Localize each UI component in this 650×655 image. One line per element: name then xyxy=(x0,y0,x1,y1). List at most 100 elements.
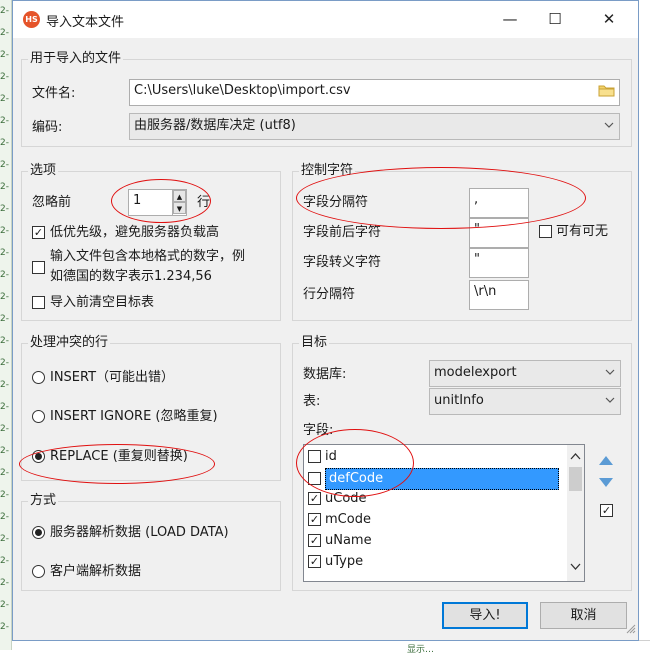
line-number: 2- xyxy=(0,446,9,456)
line-number: 2- xyxy=(0,490,9,500)
table-select[interactable]: unitInfo xyxy=(429,388,621,415)
line-number: 2- xyxy=(0,336,9,346)
ignore-lines-unit: 行 xyxy=(197,195,211,210)
cancel-button[interactable]: 取消 xyxy=(540,602,627,629)
field-name: uCode xyxy=(325,491,367,506)
file-group-title: 用于导入的文件 xyxy=(28,51,124,67)
line-number: 2- xyxy=(0,138,9,148)
truncate-table-label[interactable]: 导入前清空目标表 xyxy=(50,295,154,311)
escape-char-input[interactable]: " xyxy=(469,248,529,278)
method-group: 方式 服务器解析数据 (LOAD DATA) 客户端解析数据 xyxy=(21,493,281,591)
line-number: 2- xyxy=(0,248,9,258)
encoding-select[interactable]: 由服务器/数据库决定 (utf8) xyxy=(129,113,620,140)
line-number: 2- xyxy=(0,468,9,478)
low-priority-checkbox[interactable]: ✓ xyxy=(32,226,45,239)
ignore-lines-spinner[interactable]: ▲ ▼ xyxy=(172,190,186,215)
line-number: 2- xyxy=(0,6,9,16)
close-button[interactable]: ✕ xyxy=(586,5,632,33)
filename-input[interactable]: C:\Users\luke\Desktop\import.csv xyxy=(129,79,620,106)
insert-radio[interactable] xyxy=(32,371,45,384)
field-checkbox[interactable]: ✓ xyxy=(308,492,321,505)
field-name: uType xyxy=(325,554,364,569)
client-parse-label[interactable]: 客户端解析数据 xyxy=(50,564,141,580)
target-group-title: 目标 xyxy=(299,335,330,351)
line-separator-input[interactable]: \r\n xyxy=(469,280,529,310)
line-number: 2- xyxy=(0,556,9,566)
import-button[interactable]: 导入! xyxy=(442,602,528,629)
database-label: 数据库: xyxy=(303,367,347,382)
folder-icon[interactable] xyxy=(598,84,615,97)
line-number: 2- xyxy=(0,424,9,434)
fields-label: 字段: xyxy=(303,423,334,438)
spin-down-icon[interactable]: ▼ xyxy=(173,202,186,214)
ignore-lines-label: 忽略前 xyxy=(32,195,72,210)
move-up-arrow-icon[interactable] xyxy=(599,454,613,469)
replace-label[interactable]: REPLACE (重复则替换) xyxy=(50,449,188,465)
field-checkbox[interactable]: ✓ xyxy=(308,555,321,568)
truncate-table-checkbox[interactable] xyxy=(32,296,45,309)
scroll-thumb[interactable] xyxy=(569,467,582,491)
field-separator-input[interactable]: , xyxy=(469,188,529,218)
chevron-down-icon xyxy=(604,117,614,138)
line-number: 2- xyxy=(0,622,9,632)
field-name: uName xyxy=(325,533,372,548)
field-checkbox[interactable] xyxy=(308,450,321,463)
line-number: 2- xyxy=(0,204,9,214)
move-down-arrow-icon[interactable] xyxy=(599,477,613,492)
maximize-button[interactable]: ☐ xyxy=(532,5,578,33)
field-item-uname[interactable]: ✓ uName xyxy=(308,531,372,551)
field-checkbox[interactable]: ✓ xyxy=(308,513,321,526)
field-item-ucode[interactable]: ✓ uCode xyxy=(308,489,367,509)
fields-listbox[interactable]: id defCode ✓ uCode ✓ mCode ✓ uName ✓ uType xyxy=(303,444,585,582)
ignore-lines-value: 1 xyxy=(133,193,142,208)
local-number-format-label-line2[interactable]: 如德国的数字表示1.234,56 xyxy=(50,269,212,285)
database-select[interactable]: modelexport xyxy=(429,360,621,387)
enclosure-optional-checkbox[interactable] xyxy=(539,225,552,238)
client-parse-radio[interactable] xyxy=(32,565,45,578)
field-name: defCode xyxy=(325,468,559,490)
insert-ignore-radio[interactable] xyxy=(32,410,45,423)
low-priority-label[interactable]: 低优先级，避免服务器负载高 xyxy=(50,225,219,241)
field-checkbox[interactable]: ✓ xyxy=(308,534,321,547)
control-characters-group: 控制字符 字段分隔符 , 字段前后字符 " 可有可无 字段转义字符 " 行分隔符… xyxy=(292,163,632,321)
options-group-title: 选项 xyxy=(28,163,59,179)
field-item-defcode[interactable]: defCode xyxy=(308,468,559,490)
scroll-down-icon[interactable] xyxy=(570,560,581,575)
fields-scrollbar[interactable] xyxy=(567,445,584,581)
local-number-format-label-line1[interactable]: 输入文件包含本地格式的数字，例 xyxy=(50,249,245,265)
resize-grip-icon[interactable] xyxy=(626,623,636,638)
spin-up-icon[interactable]: ▲ xyxy=(173,190,186,202)
insert-label[interactable]: INSERT（可能出错） xyxy=(50,370,174,386)
options-group: 选项 忽略前 1 ▲ ▼ 行 ✓ 低优先级，避免服务器负载高 输入文件包含本地格… xyxy=(21,163,281,321)
field-name: mCode xyxy=(325,512,371,527)
line-number: 2- xyxy=(0,512,9,522)
escape-char-label: 字段转义字符 xyxy=(303,255,382,270)
table-label: 表: xyxy=(303,394,321,409)
filename-label: 文件名: xyxy=(32,86,76,101)
line-number: 2- xyxy=(0,600,9,610)
enclosure-input[interactable]: " xyxy=(469,218,529,248)
select-all-fields-checkbox[interactable]: ✓ xyxy=(600,504,613,517)
filename-value: C:\Users\luke\Desktop\import.csv xyxy=(134,83,351,98)
table-value: unitInfo xyxy=(434,393,484,408)
field-checkbox[interactable] xyxy=(308,472,321,485)
insert-ignore-label[interactable]: INSERT IGNORE (忽略重复) xyxy=(50,409,218,425)
app-logo-icon: HS xyxy=(23,11,40,28)
local-number-format-checkbox[interactable] xyxy=(32,261,45,274)
enclosure-label: 字段前后字符 xyxy=(303,225,382,240)
server-parse-radio[interactable] xyxy=(32,526,45,539)
server-parse-label[interactable]: 服务器解析数据 (LOAD DATA) xyxy=(50,525,229,541)
enclosure-optional-label[interactable]: 可有可无 xyxy=(556,224,608,240)
title-bar[interactable]: HS 导入文本文件 — ☐ ✕ xyxy=(13,1,638,38)
minimize-button[interactable]: — xyxy=(487,5,533,33)
field-item-utype[interactable]: ✓ uType xyxy=(308,552,363,572)
line-number: 2- xyxy=(0,28,9,38)
ignore-lines-input[interactable]: 1 ▲ ▼ xyxy=(128,189,187,216)
chevron-down-icon xyxy=(605,392,615,413)
line-number: 2- xyxy=(0,50,9,60)
replace-radio[interactable] xyxy=(32,450,45,463)
field-item-id[interactable]: id xyxy=(308,447,337,467)
field-item-mcode[interactable]: ✓ mCode xyxy=(308,510,371,530)
line-number: 2- xyxy=(0,358,9,368)
scroll-up-icon[interactable] xyxy=(570,449,581,464)
